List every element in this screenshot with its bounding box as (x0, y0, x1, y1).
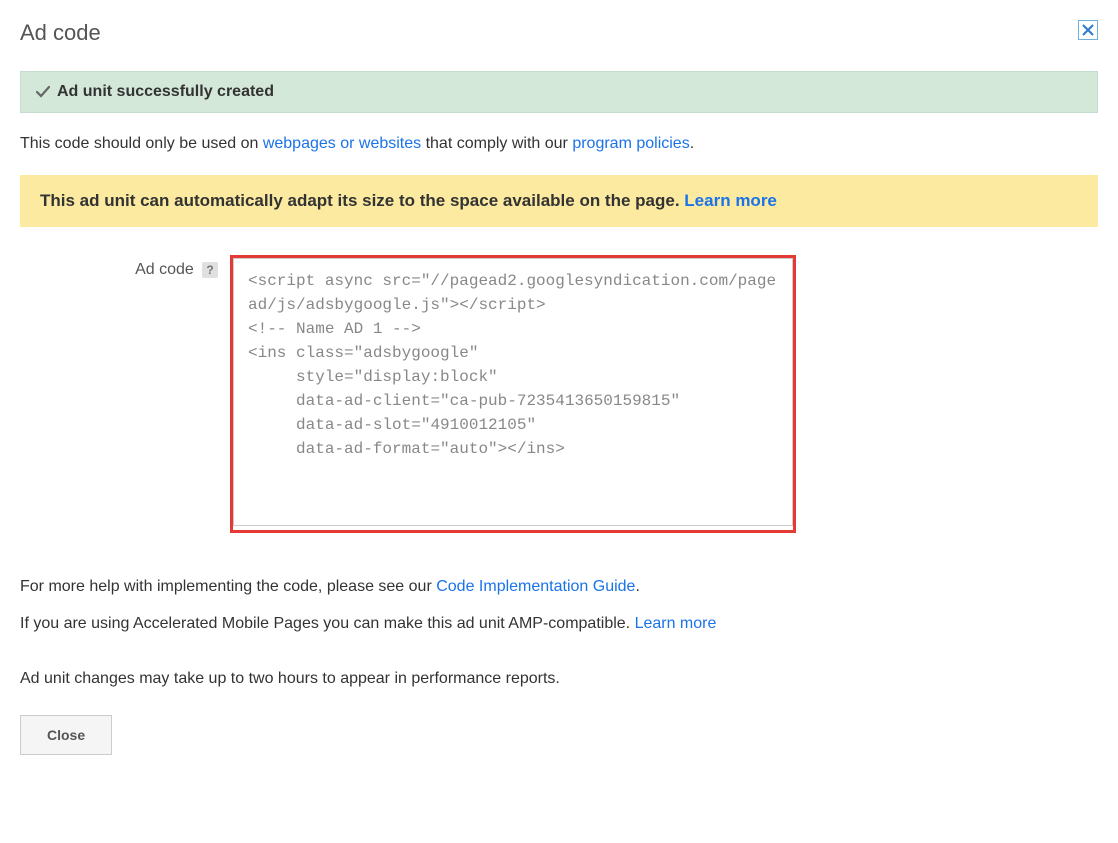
ad-code-dialog: Ad code Ad unit successfully created Thi… (20, 20, 1098, 755)
help2-prefix: If you are using Accelerated Mobile Page… (20, 615, 635, 632)
success-message: Ad unit successfully created (57, 83, 274, 101)
policy-middle: that comply with our (421, 135, 572, 152)
dialog-title: Ad code (20, 20, 101, 46)
policy-text: This code should only be used on webpage… (20, 135, 1098, 153)
implementation-help-text: For more help with implementing the code… (20, 573, 1098, 602)
help1-suffix: . (635, 578, 639, 595)
adaptive-learn-more-link[interactable]: Learn more (684, 191, 777, 210)
amp-help-text: If you are using Accelerated Mobile Page… (20, 610, 1098, 639)
amp-learn-more-link[interactable]: Learn more (635, 615, 717, 632)
code-label-column: Ad code ? (90, 255, 230, 533)
help-icon[interactable]: ? (202, 262, 218, 278)
help1-prefix: For more help with implementing the code… (20, 578, 436, 595)
close-icon[interactable] (1078, 20, 1098, 40)
policy-prefix: This code should only be used on (20, 135, 263, 152)
adaptive-size-banner: This ad unit can automatically adapt its… (20, 175, 1098, 227)
close-button[interactable]: Close (20, 715, 112, 755)
adaptive-text: This ad unit can automatically adapt its… (40, 191, 684, 210)
webpages-link[interactable]: webpages or websites (263, 135, 421, 152)
dialog-header: Ad code (20, 20, 1098, 46)
code-box-highlight (230, 255, 796, 533)
code-implementation-guide-link[interactable]: Code Implementation Guide (436, 578, 635, 595)
code-section: Ad code ? (20, 255, 1098, 533)
x-icon (1082, 24, 1094, 36)
check-icon (35, 84, 51, 100)
program-policies-link[interactable]: program policies (572, 135, 689, 152)
ad-code-textarea[interactable] (233, 258, 793, 526)
policy-suffix: . (690, 135, 694, 152)
ad-code-label: Ad code (135, 261, 194, 278)
changes-note: Ad unit changes may take up to two hours… (20, 665, 1098, 694)
success-banner: Ad unit successfully created (20, 71, 1098, 113)
